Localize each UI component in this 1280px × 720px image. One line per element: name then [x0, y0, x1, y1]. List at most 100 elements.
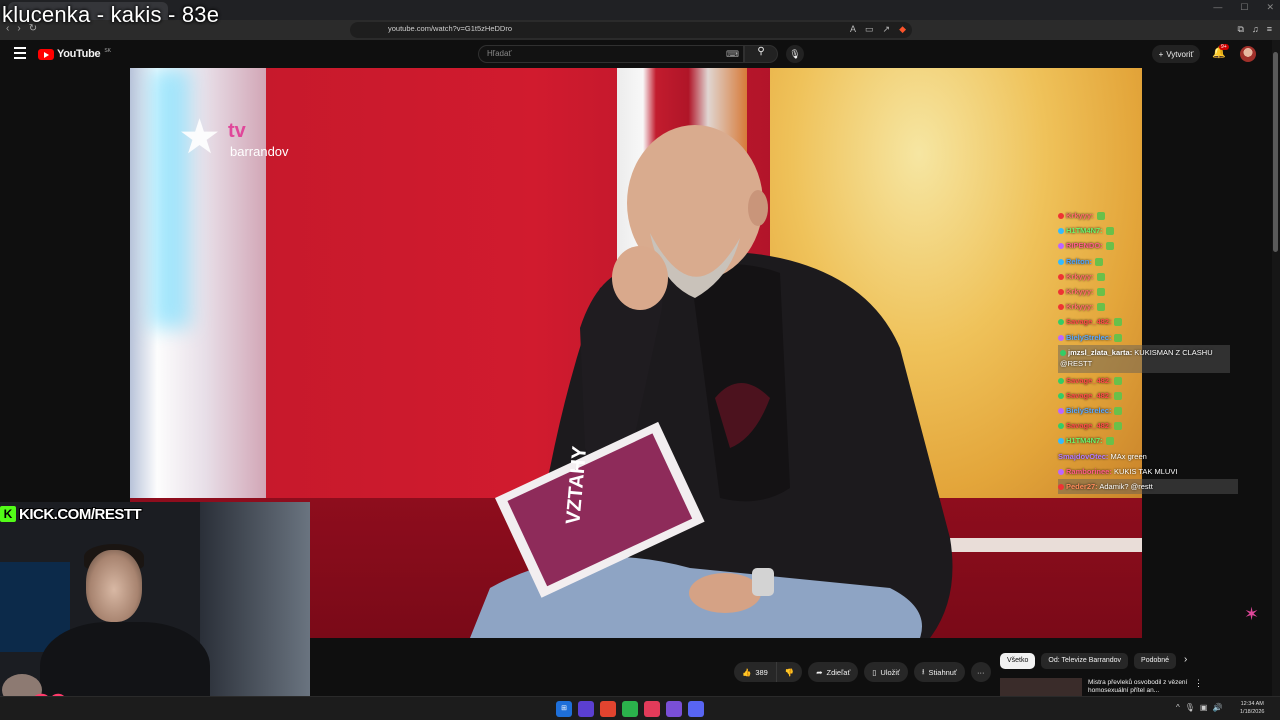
app-icon-1[interactable]	[578, 701, 594, 717]
chat-badge-icon	[1060, 349, 1066, 356]
taskbar-apps: ⊞	[556, 701, 704, 717]
search-button[interactable]: ⚲	[744, 45, 778, 63]
page-scrollbar[interactable]	[1272, 40, 1280, 696]
taskbar-clock[interactable]: 12:34 AM 1/18/2026	[1240, 700, 1264, 716]
cast-icon[interactable]: ▭	[865, 24, 874, 35]
browser-menu-icon[interactable]: ≡	[1267, 24, 1272, 35]
corner-star-logo-icon: ✶	[1244, 604, 1260, 624]
recommended-thumbnail[interactable]	[1000, 678, 1082, 696]
thumbs-down-icon: 👎	[784, 667, 795, 677]
chat-emote-icon	[1094, 257, 1103, 266]
chat-badge-icon	[1058, 423, 1064, 430]
chat-username: BielyStrelec:	[1066, 332, 1112, 342]
youtube-play-icon	[38, 48, 54, 60]
chat-badge-icon	[1058, 258, 1064, 265]
discord-icon[interactable]	[688, 701, 704, 717]
kick-banner: K KICK.COM/RESTT	[0, 504, 142, 524]
dislike-button[interactable]: 👎	[776, 662, 803, 682]
network-icon[interactable]: ▣	[1200, 703, 1208, 712]
extension-icons: ⧉ ♫ ≡	[1238, 24, 1272, 35]
like-count: 389	[755, 667, 768, 677]
volume-icon[interactable]: 🔊	[1212, 703, 1222, 712]
keyboard-icon[interactable]: ⌨	[726, 49, 739, 60]
chat-username: Relton:	[1066, 256, 1092, 266]
presenter-ear	[748, 190, 768, 226]
search-icon: ⚲	[757, 46, 765, 57]
share-icon[interactable]: ↗	[883, 24, 891, 35]
chat-message: Krkyyy:	[1058, 299, 1238, 314]
windows-start-icon[interactable]: ⊞	[556, 701, 572, 717]
search-input[interactable]: Hľadať ⌨	[478, 45, 744, 63]
tray-chevron-icon[interactable]: ^	[1176, 703, 1180, 712]
account-avatar[interactable]	[1240, 46, 1256, 62]
chat-badge-icon	[1058, 438, 1064, 445]
chip-related[interactable]: Podobné	[1134, 653, 1177, 669]
mic-tray-icon[interactable]: 🎙	[1185, 703, 1195, 712]
chat-emote-icon	[1114, 407, 1123, 416]
brave-shield-icon[interactable]: ◆	[899, 24, 906, 35]
chat-username: Krkyyy:	[1066, 211, 1094, 220]
chat-message: jmzsl_zlata_karta: KUKISMAN Z CLASHU @RE…	[1058, 344, 1230, 373]
chat-overlay: Krkyyy: H1TM4N7: RIPENDO: Relton: Krkyyy: Krk…	[1058, 208, 1238, 495]
search-placeholder: Hľadať	[487, 49, 512, 58]
app-icon-red[interactable]	[644, 701, 660, 717]
chat-emote-icon	[1105, 227, 1114, 236]
more-actions-button[interactable]: ···	[970, 662, 991, 682]
chip-from-channel[interactable]: Od: Televize Barrandov	[1041, 653, 1129, 669]
chat-text: MAx green	[1110, 451, 1147, 461]
extensions-icon[interactable]: ⧉	[1238, 24, 1244, 35]
maximize-icon[interactable]: ☐	[1240, 2, 1248, 13]
translate-icon[interactable]: A	[850, 24, 856, 35]
chip-all[interactable]: Všetko	[1000, 653, 1036, 669]
more-dots-icon: ···	[977, 667, 985, 677]
scrollbar-thumb[interactable]	[1273, 52, 1278, 252]
clock-time: 12:34 AM	[1240, 701, 1264, 707]
chat-message: Savage_482:	[1058, 314, 1238, 329]
kick-banner-text: KICK.COM/RESTT	[19, 505, 142, 523]
chat-message: H1TM4N7:	[1058, 223, 1238, 238]
chat-emote-icon	[1096, 287, 1105, 296]
app-icon-green[interactable]	[622, 701, 638, 717]
app-icon-purple[interactable]	[666, 701, 682, 717]
like-button[interactable]: 👍 389	[734, 662, 777, 682]
close-icon[interactable]: ✕	[1266, 2, 1274, 13]
chat-emote-icon	[1114, 422, 1123, 431]
create-button[interactable]: + Vytvoriť	[1152, 45, 1200, 63]
share-arrow-icon: ➦	[816, 667, 823, 677]
chevron-right-icon[interactable]: ›	[1184, 654, 1187, 665]
chat-emote-icon	[1096, 272, 1105, 281]
hamburger-menu-icon[interactable]	[14, 47, 26, 59]
chat-message: BielyStrelec:	[1058, 403, 1238, 418]
chat-message: Ramborinee: KUKIS TAK MLUVI	[1058, 464, 1238, 479]
region-code: SK	[104, 48, 111, 54]
recommended-video[interactable]: Mistra převleků osvobodil z vězení homos…	[1000, 676, 1203, 696]
chat-username: Savage_482:	[1066, 317, 1112, 327]
chat-emote-icon	[1114, 318, 1123, 327]
chat-message: H1TM4N7:	[1058, 433, 1238, 448]
stream-overlay-title: klucenka - kakis - 83e	[2, 2, 220, 27]
brave-browser-icon[interactable]	[600, 701, 616, 717]
thumbs-up-icon: 👍	[742, 667, 752, 677]
recommended-title[interactable]: Mistra převleků osvobodil z vězení homos…	[1088, 679, 1188, 695]
youtube-logo-text: YouTube	[57, 48, 101, 60]
chat-badge-icon	[1058, 213, 1064, 220]
save-button[interactable]: ▯ Uložiť	[864, 662, 908, 682]
share-button[interactable]: ➦ Zdieľať	[808, 662, 859, 682]
chat-username: BielyStrelec:	[1066, 406, 1112, 416]
download-button[interactable]: ⭳ Stiahnuť	[913, 662, 965, 682]
chat-username: Savage_482:	[1066, 421, 1112, 431]
minimize-icon[interactable]: —	[1213, 2, 1222, 13]
media-icon[interactable]: ♫	[1252, 24, 1259, 35]
chat-badge-icon	[1058, 273, 1064, 280]
voice-search-button[interactable]: 🎙	[786, 45, 804, 63]
url-field[interactable]: youtube.com/watch?v=G1t5zHeDDro A ▭ ↗ ◆	[350, 22, 912, 38]
chat-username: Krkyyy:	[1066, 302, 1094, 312]
like-dislike-group: 👍 389 👎	[734, 662, 803, 682]
chat-text: Adamik? @restt	[1099, 482, 1153, 491]
youtube-logo[interactable]: YouTube SK	[38, 48, 111, 60]
kebab-menu-icon[interactable]: ⋮	[1194, 678, 1203, 689]
kick-logo-icon: K	[0, 506, 16, 522]
save-label: Uložiť	[880, 667, 900, 677]
microphone-icon: 🎙	[789, 49, 801, 59]
clock-date: 1/18/2026	[1240, 709, 1265, 715]
